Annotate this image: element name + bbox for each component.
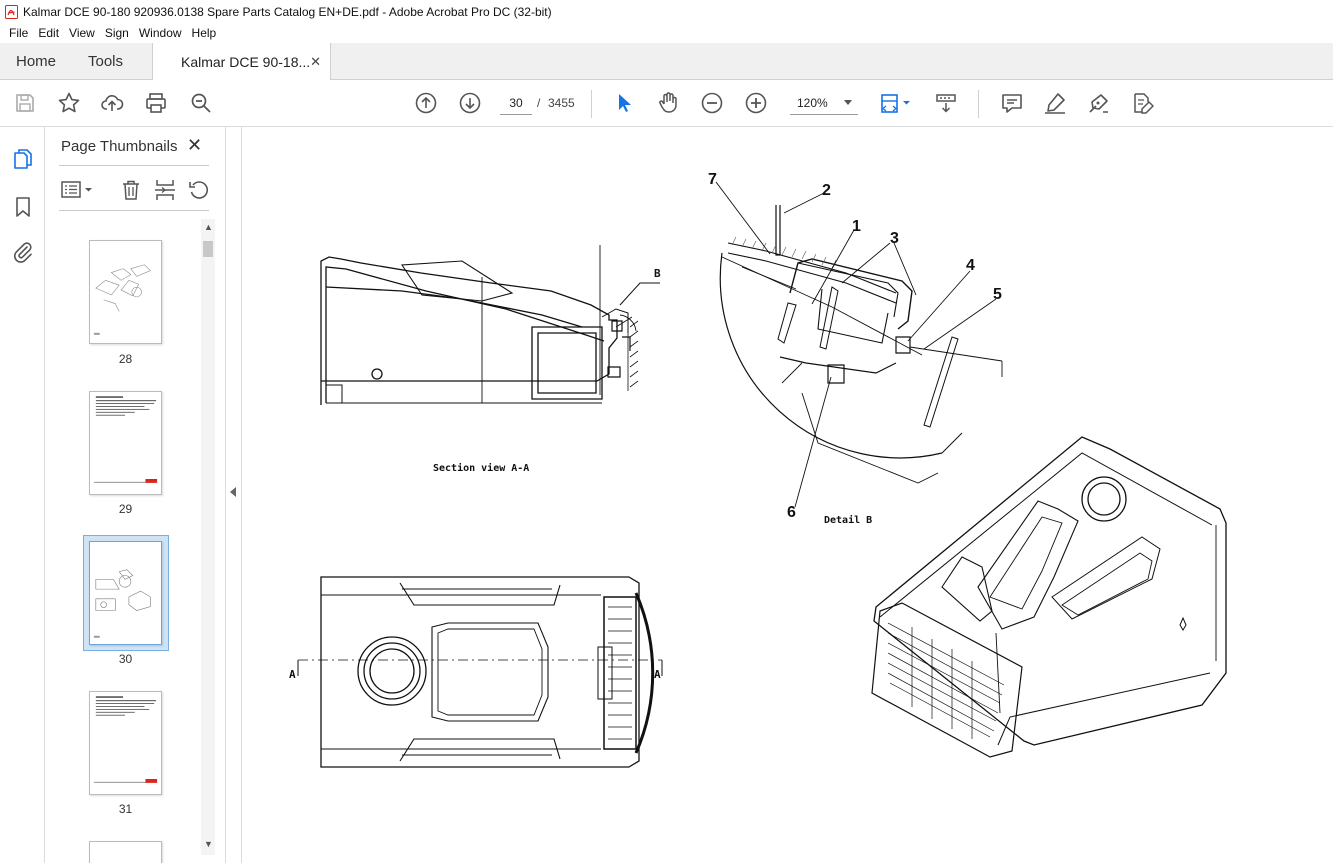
tab-tools[interactable]: Tools <box>88 43 123 80</box>
collapse-panel-icon[interactable] <box>230 487 236 497</box>
callout-5: 5 <box>993 286 1002 303</box>
thumbnail-page-31[interactable] <box>89 691 162 795</box>
close-panel-icon[interactable]: ✕ <box>187 135 202 156</box>
thumbnail-page-30[interactable] <box>89 541 162 645</box>
technical-drawing: B Section view A-A A A 7 2 1 3 4 5 6 Det… <box>289 171 1227 768</box>
sign-pen-icon[interactable] <box>1087 91 1111 115</box>
next-page-icon[interactable] <box>458 91 482 115</box>
callout-1: 1 <box>852 218 861 235</box>
callout-6: 6 <box>787 504 796 521</box>
page-number-input[interactable] <box>500 91 532 115</box>
thumbnail-page-32[interactable] <box>89 841 162 863</box>
thumbnail-page-29[interactable] <box>89 391 162 495</box>
section-view-drawing <box>320 245 660 405</box>
fit-page-icon[interactable] <box>879 91 913 115</box>
rotate-page-icon[interactable] <box>187 179 211 201</box>
title-bar: Kalmar DCE 90-180 920936.0138 Spare Part… <box>0 0 1333 23</box>
callout-7: 7 <box>708 171 717 188</box>
zoom-in-icon[interactable] <box>744 91 768 115</box>
scroll-thumb[interactable] <box>203 241 213 257</box>
panel-divider <box>59 165 209 166</box>
toolbar: / 3455 120% <box>0 80 1333 127</box>
menu-view[interactable]: View <box>64 26 100 40</box>
scroll-up-icon[interactable]: ▲ <box>204 222 213 232</box>
page-thumbnails-panel: Page Thumbnails ✕ 28 29 30 31 ▲ ▼ <box>45 127 226 863</box>
thumbnail-page-28[interactable] <box>89 240 162 344</box>
detail-b-drawing <box>719 205 1003 484</box>
tab-home[interactable]: Home <box>16 43 56 80</box>
tab-document[interactable]: Kalmar DCE 90-18... ✕ <box>152 43 331 80</box>
section-view-label: Section view A-A <box>433 462 529 474</box>
window-title: Kalmar DCE 90-180 920936.0138 Spare Part… <box>23 4 552 19</box>
thumbnail-label-30: 30 <box>118 652 133 666</box>
thumbnail-label-28: 28 <box>118 352 133 366</box>
page-thumbnails-icon[interactable] <box>11 147 35 171</box>
tab-bar: Home Tools Kalmar DCE 90-18... ✕ <box>0 43 1333 80</box>
cloud-upload-icon[interactable] <box>100 91 124 115</box>
toolbar-divider <box>591 90 592 118</box>
section-marker-a-left: A <box>289 668 296 681</box>
page-separator: / <box>537 96 541 110</box>
menu-window[interactable]: Window <box>134 26 187 40</box>
document-view[interactable]: B Section view A-A A A 7 2 1 3 4 5 6 Det… <box>242 127 1333 863</box>
insert-page-icon[interactable] <box>153 179 177 201</box>
select-cursor-icon[interactable] <box>612 91 636 115</box>
previous-page-icon[interactable] <box>414 91 438 115</box>
detail-view-label: Detail B <box>824 514 872 526</box>
isometric-view-drawing <box>871 436 1227 758</box>
hand-tool-icon[interactable] <box>656 91 680 115</box>
top-view-drawing <box>297 576 663 768</box>
menu-file[interactable]: File <box>4 26 33 40</box>
thumbnail-label-29: 29 <box>118 502 133 516</box>
panel-title: Page Thumbnails <box>61 138 178 155</box>
delete-trash-icon[interactable] <box>119 179 143 201</box>
scroll-down-icon[interactable]: ▼ <box>204 839 213 849</box>
thumbnail-label-31: 31 <box>118 802 133 816</box>
print-icon[interactable] <box>144 91 168 115</box>
menu-edit[interactable]: Edit <box>33 26 64 40</box>
zoom-search-icon[interactable] <box>189 91 213 115</box>
menu-sign[interactable]: Sign <box>100 26 134 40</box>
close-tab-icon[interactable]: ✕ <box>310 54 321 70</box>
save-icon[interactable] <box>13 91 37 115</box>
callout-3: 3 <box>890 230 899 247</box>
scroll-mode-icon[interactable] <box>934 91 958 115</box>
toolbar-divider <box>978 90 979 118</box>
thumbnail-options-icon[interactable] <box>61 179 95 201</box>
thumbnails-scrollbar[interactable]: ▲ ▼ <box>201 219 215 855</box>
bookmark-icon[interactable] <box>11 195 35 219</box>
callout-2: 2 <box>822 182 831 199</box>
callout-4: 4 <box>966 257 975 274</box>
panel-divider <box>59 210 209 211</box>
zoom-level-value: 120% <box>797 96 828 110</box>
chevron-down-icon <box>844 100 852 105</box>
view-marker-b: B <box>654 267 661 280</box>
highlight-pen-icon[interactable] <box>1043 91 1067 115</box>
comment-icon[interactable] <box>1000 91 1024 115</box>
tab-document-label: Kalmar DCE 90-18... <box>181 53 311 70</box>
zoom-level-dropdown[interactable]: 120% <box>790 91 858 115</box>
zoom-out-icon[interactable] <box>700 91 724 115</box>
acrobat-pdf-icon <box>5 4 18 19</box>
attachment-paperclip-icon[interactable] <box>11 240 35 264</box>
star-bookmark-icon[interactable] <box>57 91 81 115</box>
edit-pdf-icon[interactable] <box>1131 91 1155 115</box>
menu-help[interactable]: Help <box>187 26 222 40</box>
panel-splitter[interactable] <box>226 127 242 863</box>
navigation-rail <box>0 127 45 863</box>
menu-bar: File Edit View Sign Window Help <box>0 23 1333 43</box>
section-marker-a-right: A <box>654 668 661 681</box>
total-pages: 3455 <box>548 96 575 110</box>
